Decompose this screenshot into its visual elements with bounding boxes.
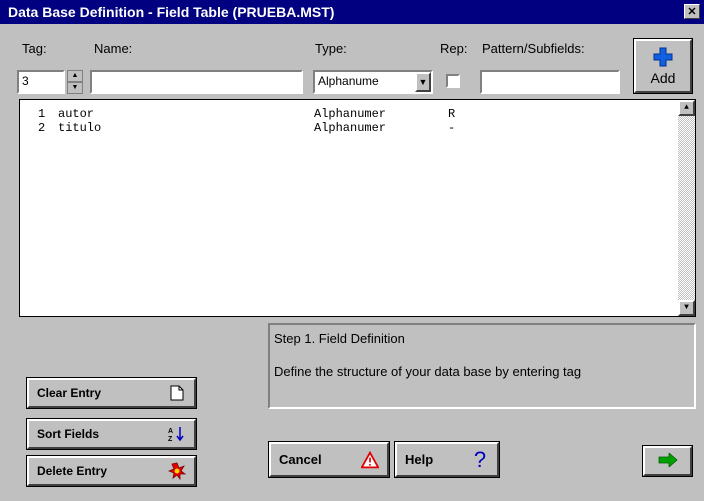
name-input[interactable] [90,70,303,94]
field-name: autor [58,107,95,121]
sort-icon: AZ [168,425,186,443]
tag-spinner[interactable]: ▲ ▼ [67,70,83,94]
title-bar: Data Base Definition - Field Table (PRUE… [0,0,704,24]
window-title: Data Base Definition - Field Table (PRUE… [8,4,335,20]
clear-entry-label: Clear Entry [37,386,102,400]
add-button-label: Add [650,69,676,86]
field-rep: - [448,121,456,135]
spin-down-icon[interactable]: ▼ [67,82,83,94]
svg-text:Z: Z [168,436,173,442]
next-button[interactable] [642,445,693,477]
list-item[interactable]: 1 autor Alphanumer R [20,107,670,122]
field-rep: R [448,107,456,121]
chevron-down-icon[interactable]: ▼ [415,72,431,92]
scroll-up-icon[interactable]: ▲ [678,100,695,116]
clear-entry-button[interactable]: Clear Entry [26,377,197,409]
step-description: Define the structure of your data base b… [274,364,582,379]
step-panel: Step 1. Field Definition Define the stru… [268,323,696,409]
tag-input[interactable]: 3 [17,70,65,94]
arrow-right-icon [658,451,678,470]
field-name: titulo [58,121,102,135]
vertical-scrollbar[interactable]: ▲ ▼ [678,100,695,316]
help-label: Help [405,452,434,467]
step-title: Step 1. Field Definition [274,331,405,346]
add-button[interactable]: Add [633,38,693,94]
type-label: Type: [315,41,347,56]
spin-up-icon[interactable]: ▲ [67,70,83,82]
field-number: 2 [38,121,46,135]
sort-fields-button[interactable]: Sort Fields AZ [26,418,197,450]
delete-icon [168,462,186,480]
pattern-label: Pattern/Subfields: [482,41,585,56]
cancel-label: Cancel [279,452,322,467]
question-mark-icon: ? [473,446,487,472]
pattern-input[interactable] [480,70,620,94]
type-select-value: Alphanume [318,74,379,88]
delete-entry-button[interactable]: Delete Entry [26,455,197,487]
cancel-button[interactable]: Cancel [268,441,390,478]
add-icon [653,47,673,70]
field-list[interactable]: 1 autor Alphanumer R 2 titulo Alphanumer… [19,99,696,317]
help-button[interactable]: Help ? [394,441,500,478]
name-label: Name: [94,41,133,56]
delete-entry-label: Delete Entry [37,464,108,478]
page-icon [168,384,186,402]
field-type: Alphanumer [314,121,387,135]
field-type: Alphanumer [314,107,387,121]
rep-label: Rep: [440,41,468,56]
close-icon[interactable]: ✕ [684,4,700,19]
scroll-down-icon[interactable]: ▼ [678,300,695,316]
tag-label: Tag: [22,41,47,56]
sort-fields-label: Sort Fields [37,427,100,441]
field-number: 1 [38,107,46,121]
rep-checkbox[interactable] [446,74,460,88]
list-item[interactable]: 2 titulo Alphanumer - [20,121,670,136]
warning-icon [361,450,379,469]
svg-text:A: A [168,428,173,435]
